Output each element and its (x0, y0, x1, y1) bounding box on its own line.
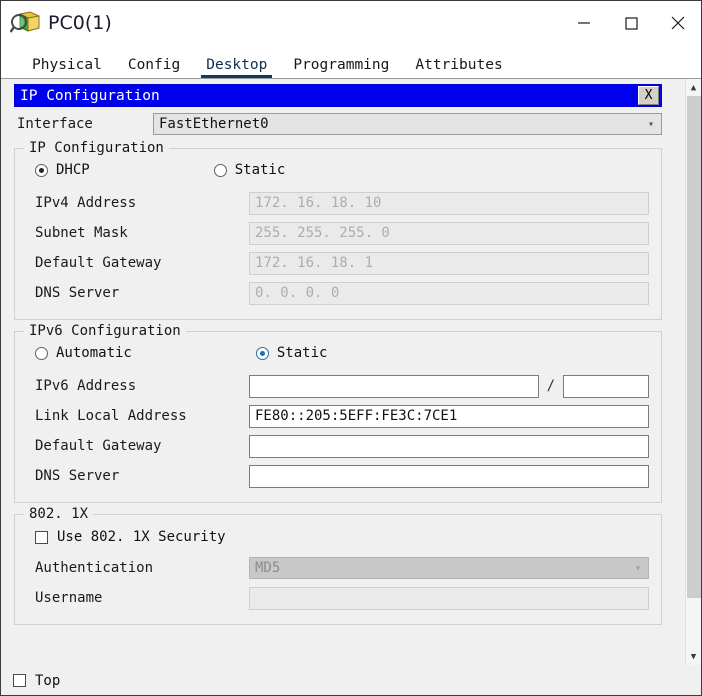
ipv6-automatic-label: Automatic (56, 345, 132, 361)
subnet-mask-input[interactable]: 255. 255. 255. 0 (249, 221, 649, 245)
ipv6-address-label: IPv6 Address (35, 378, 137, 394)
dot1x-group: 802. 1X Use 802. 1X Security Authenticat… (14, 506, 662, 625)
tab-bar: Physical Config Desktop Programming Attr… (1, 46, 701, 78)
username-label: Username (35, 590, 103, 606)
interface-select[interactable]: FastEthernet0 ▾ (153, 113, 662, 135)
username-input[interactable] (249, 586, 649, 610)
ip-configuration-panel: IP Configuration X Interface FastEtherne… (1, 79, 685, 665)
authentication-select[interactable]: MD5 ▾ (249, 557, 649, 579)
interface-value: FastEthernet0 (159, 116, 269, 132)
packet-tracer-device-window: PC0(1) Physical Config Desktop Programmi… (0, 0, 702, 696)
ipv6-address-row: IPv6 Address / (27, 371, 649, 401)
ipv6-automatic-radio[interactable]: Automatic (35, 345, 132, 361)
top-checkbox-label: Top (35, 672, 61, 689)
link-local-address-row: Link Local Address FE80::205:5EFF:FE3C:7… (27, 401, 649, 431)
ipv6-dns-label: DNS Server (35, 468, 120, 484)
authentication-row: Authentication MD5 ▾ (27, 553, 649, 583)
ipv6-mode-row: Automatic Static (27, 341, 649, 365)
ipv4-gateway-input[interactable]: 172. 16. 18. 1 (249, 251, 649, 275)
tab-desktop[interactable]: Desktop (193, 58, 280, 78)
ipv6-gateway-input[interactable] (249, 434, 649, 458)
ipv6-static-label: Static (276, 345, 328, 361)
ip-configuration-title: IP Configuration (20, 87, 160, 104)
authentication-label: Authentication (35, 560, 154, 576)
checkbox-indicator-icon (13, 674, 26, 687)
ipv4-gateway-label: Default Gateway (35, 255, 162, 271)
ipv6-dns-row: DNS Server (27, 461, 649, 491)
ipv4-group-legend: IP Configuration (24, 140, 169, 156)
ipv4-mode-row: DHCP Static (27, 158, 649, 182)
vertical-scrollbar[interactable]: ▲ ▼ (685, 79, 701, 665)
ipv6-prefix-separator: / (546, 378, 555, 394)
radio-indicator-icon (35, 346, 48, 360)
checkbox-indicator-icon (35, 530, 48, 544)
top-checkbox[interactable]: Top (13, 668, 60, 694)
ipv4-static-radio[interactable]: Static (213, 162, 286, 178)
radio-indicator-icon (255, 346, 269, 360)
ipv6-address-input[interactable] (249, 374, 539, 398)
interface-row: Interface FastEthernet0 ▾ (14, 111, 662, 137)
ipv6-gateway-label: Default Gateway (35, 438, 162, 454)
window-titlebar: PC0(1) (1, 0, 701, 46)
ip-configuration-close-button[interactable]: X (638, 86, 659, 105)
ipv4-configuration-group: IP Configuration DHCP Static IPv4 Addres… (14, 140, 662, 320)
ip-configuration-titlebar: IP Configuration X (14, 84, 662, 107)
tab-attributes[interactable]: Attributes (402, 58, 515, 78)
chevron-down-icon: ▾ (634, 562, 641, 574)
scroll-up-arrow-icon[interactable]: ▲ (685, 79, 701, 96)
ipv6-gateway-row: Default Gateway (27, 431, 649, 461)
scrollbar-track[interactable] (685, 96, 701, 648)
subnet-mask-row: Subnet Mask 255. 255. 255. 0 (27, 218, 649, 248)
ip-configuration-window: IP Configuration X Interface FastEtherne… (14, 84, 662, 625)
ipv4-gateway-row: Default Gateway 172. 16. 18. 1 (27, 248, 649, 278)
scrollbar-thumb[interactable] (686, 96, 701, 599)
radio-indicator-icon (35, 163, 48, 177)
window-title: PC0(1) (48, 12, 112, 34)
link-local-address-label: Link Local Address (35, 408, 187, 424)
ipv4-dns-row: DNS Server 0. 0. 0. 0 (27, 278, 649, 308)
dot1x-group-legend: 802. 1X (24, 506, 94, 522)
ipv4-address-label: IPv4 Address (35, 195, 137, 211)
tab-config[interactable]: Config (115, 58, 193, 78)
username-row: Username (27, 583, 649, 613)
ipv4-static-label: Static (234, 162, 286, 178)
interface-label: Interface (17, 116, 93, 132)
ipv4-dhcp-radio[interactable]: DHCP (35, 162, 90, 178)
inspect-magnifier-icon (9, 9, 44, 37)
ipv6-static-radio[interactable]: Static (255, 345, 328, 361)
chevron-down-icon: ▾ (647, 118, 654, 130)
radio-indicator-icon (213, 163, 227, 177)
ipv6-configuration-group: IPv6 Configuration Automatic Static IPv6… (14, 323, 662, 503)
tab-programming[interactable]: Programming (280, 58, 402, 78)
ipv6-group-legend: IPv6 Configuration (24, 323, 186, 339)
tab-physical[interactable]: Physical (19, 58, 115, 78)
maximize-button[interactable] (607, 0, 654, 46)
minimize-button[interactable] (560, 0, 607, 46)
ipv4-dns-input[interactable]: 0. 0. 0. 0 (249, 281, 649, 305)
close-button[interactable] (654, 0, 701, 46)
link-local-address-input[interactable]: FE80::205:5EFF:FE3C:7CE1 (249, 404, 649, 428)
use-dot1x-security-label: Use 802. 1X Security (57, 529, 226, 545)
authentication-value: MD5 (255, 560, 281, 576)
ipv4-dhcp-label: DHCP (56, 162, 90, 178)
use-dot1x-security-checkbox[interactable]: Use 802. 1X Security (27, 524, 649, 550)
ipv4-dns-label: DNS Server (35, 285, 120, 301)
ipv4-address-row: IPv4 Address 172. 16. 18. 10 (27, 188, 649, 218)
ipv6-prefix-length-input[interactable] (563, 374, 649, 398)
ipv6-dns-input[interactable] (249, 464, 649, 488)
subnet-mask-label: Subnet Mask (35, 225, 128, 241)
desktop-content-area: IP Configuration X Interface FastEtherne… (1, 78, 701, 665)
window-controls (560, 0, 701, 46)
ipv4-address-input[interactable]: 172. 16. 18. 10 (249, 191, 649, 215)
bottom-bar: Top (1, 665, 701, 695)
scroll-down-arrow-icon[interactable]: ▼ (685, 648, 701, 665)
